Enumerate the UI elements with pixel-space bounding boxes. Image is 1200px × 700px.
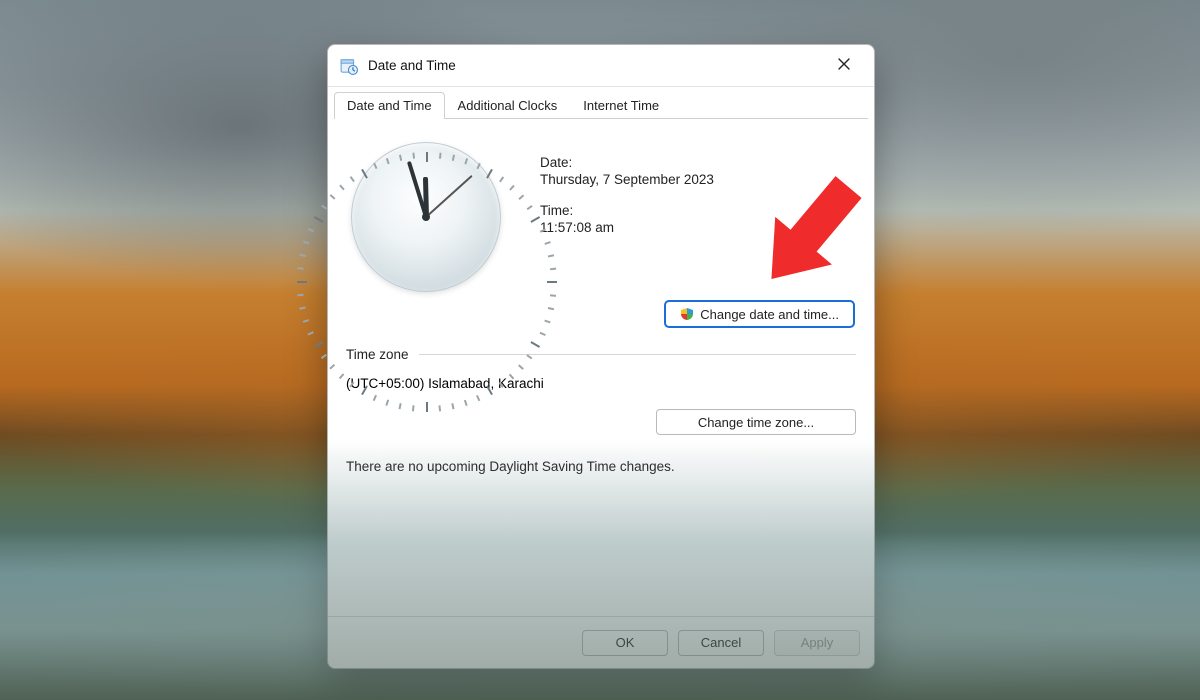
uac-shield-icon xyxy=(680,307,694,321)
divider xyxy=(419,354,856,355)
tab-strip: Date and Time Additional Clocks Internet… xyxy=(328,87,874,119)
analog-clock xyxy=(346,137,506,297)
close-icon xyxy=(838,57,850,75)
tab-label: Internet Time xyxy=(583,98,659,113)
tab-label: Date and Time xyxy=(347,98,432,113)
change-time-zone-label: Change time zone... xyxy=(698,415,814,430)
tab-additional-clocks[interactable]: Additional Clocks xyxy=(445,92,571,119)
ok-label: OK xyxy=(616,635,635,650)
tab-internet-time[interactable]: Internet Time xyxy=(570,92,672,119)
apply-button: Apply xyxy=(774,630,860,656)
date-time-icon xyxy=(340,57,358,75)
change-time-zone-button[interactable]: Change time zone... xyxy=(656,409,856,435)
apply-label: Apply xyxy=(801,635,834,650)
date-time-info: Date: Thursday, 7 September 2023 Time: 1… xyxy=(540,137,714,297)
timezone-value: (UTC+05:00) Islamabad, Karachi xyxy=(346,376,856,391)
cancel-label: Cancel xyxy=(701,635,741,650)
date-and-time-dialog: Date and Time Date and Time Additional C… xyxy=(327,44,875,669)
change-date-time-label: Change date and time... xyxy=(700,307,839,322)
close-button[interactable] xyxy=(822,51,866,81)
clock-center-pin xyxy=(422,213,430,221)
window-title: Date and Time xyxy=(368,58,456,73)
clock-second-hand xyxy=(425,175,472,218)
timezone-section-header: Time zone xyxy=(346,347,856,362)
time-value: 11:57:08 am xyxy=(540,220,714,235)
tab-panel-date-and-time: Date: Thursday, 7 September 2023 Time: 1… xyxy=(328,119,874,616)
dialog-button-bar: OK Cancel Apply xyxy=(328,616,874,668)
dst-note: There are no upcoming Daylight Saving Ti… xyxy=(346,459,856,474)
change-date-time-button[interactable]: Change date and time... xyxy=(665,301,854,327)
tab-label: Additional Clocks xyxy=(458,98,558,113)
desktop-wallpaper: Date and Time Date and Time Additional C… xyxy=(0,0,1200,700)
time-label: Time: xyxy=(540,203,714,218)
date-label: Date: xyxy=(540,155,714,170)
titlebar: Date and Time xyxy=(328,45,874,87)
cancel-button[interactable]: Cancel xyxy=(678,630,764,656)
timezone-section-label: Time zone xyxy=(346,347,409,362)
ok-button[interactable]: OK xyxy=(582,630,668,656)
date-value: Thursday, 7 September 2023 xyxy=(540,172,714,187)
tab-date-and-time[interactable]: Date and Time xyxy=(334,92,445,119)
